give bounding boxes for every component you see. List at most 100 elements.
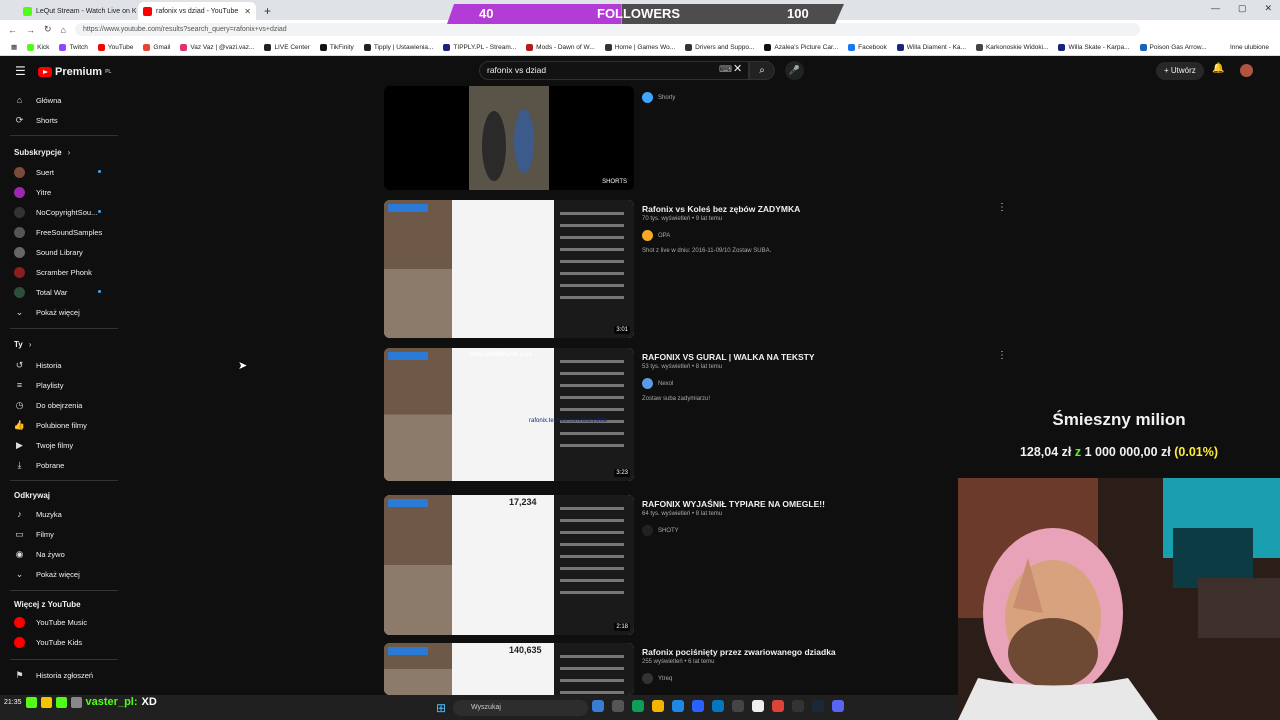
bookmark-item[interactable]: Karkonoskie Widoki... <box>971 43 1054 51</box>
bookmark-item[interactable]: Poison Gas Arrow... <box>1135 43 1212 51</box>
steam-icon[interactable] <box>812 700 824 712</box>
bookmark-item[interactable]: Tipply | Ustawienia... <box>359 43 439 51</box>
menu-icon[interactable]: ☰ <box>15 64 26 78</box>
sidebar-subscription[interactable]: NoCopyrightSou... <box>14 205 101 219</box>
sidebar-item-explore[interactable]: ▭ Filmy <box>14 527 54 541</box>
url-field[interactable]: https://www.youtube.com/results?search_q… <box>74 23 1140 36</box>
sidebar-item-you[interactable]: ≡ Playlisty <box>14 378 64 392</box>
forward-icon[interactable]: → <box>26 25 35 35</box>
video-thumbnail[interactable]: 140,635 <box>384 643 634 695</box>
browser-tab[interactable]: LeQut Stream - Watch Live on Kick✕ <box>18 2 136 20</box>
apps-grid-icon[interactable]: ▦ <box>6 43 22 51</box>
new-tab-icon[interactable]: + <box>258 2 277 20</box>
sidebar-item-explore[interactable]: ◉ Na żywo <box>14 547 65 561</box>
sidebar-show-more[interactable]: ⌄ Pokaż więcej <box>14 305 80 319</box>
channel-link[interactable]: OPA <box>642 230 670 241</box>
bookmark-item[interactable]: Twitch <box>54 43 92 51</box>
sidebar-item-you[interactable]: ↺ Historia <box>14 358 62 372</box>
bookmark-item[interactable]: TikFinity <box>315 43 359 51</box>
app-icon-2[interactable] <box>732 700 744 712</box>
sidebar-subscription[interactable]: Total War <box>14 285 101 299</box>
video-thumbnail[interactable]: 3:01 <box>384 200 634 338</box>
video-thumbnail[interactable]: 2:18 17,234 <box>384 495 634 635</box>
bookmark-item[interactable]: Azalea's Picture Car... <box>759 43 843 51</box>
youtube-logo[interactable]: Premium PL <box>38 66 111 78</box>
sidebar-subscription[interactable]: FreeSoundSamples <box>14 225 102 239</box>
search-button[interactable]: ⌕ <box>749 61 775 80</box>
taskbar-search[interactable]: Wyszukaj <box>453 700 588 716</box>
app-icon-4[interactable] <box>792 700 804 712</box>
close-window-icon[interactable]: ✕ <box>1264 3 1272 14</box>
reload-icon[interactable]: ↻ <box>44 24 52 35</box>
subscriptions-header[interactable]: Subskrypcje › <box>14 148 70 157</box>
chrome-icon[interactable] <box>772 700 784 712</box>
bookmark-item[interactable]: Home | Games Wo... <box>600 43 680 51</box>
sidebar-subscription[interactable]: Suert <box>14 165 101 179</box>
bookmark-item[interactable]: Drivers and Suppo... <box>680 43 759 51</box>
search-input[interactable]: rafonix vs dziad <box>479 61 749 80</box>
windows-start-icon[interactable]: ⊞ <box>436 701 446 715</box>
other-bookmarks[interactable]: Inne ulubione <box>1225 44 1274 51</box>
sidebar-item-you[interactable]: 👍 Polubione filmy <box>14 418 87 432</box>
bookmark-item[interactable]: Willa Diament - Ka... <box>892 43 971 51</box>
more-actions-icon[interactable]: ⋮ <box>997 350 1007 361</box>
sidebar-explore-more[interactable]: ⌄ Pokaż więcej <box>14 567 80 581</box>
bookmark-item[interactable]: Gmail <box>138 43 175 51</box>
bookmark-item[interactable]: Vaz Vaz | @vazi.vaz... <box>175 43 259 51</box>
discord-icon[interactable] <box>832 700 844 712</box>
browser-tab[interactable]: rafonix vs dziad - YouTube ✕ <box>138 2 256 20</box>
notifications-bell-icon[interactable]: 🔔 <box>1212 63 1224 74</box>
maximize-icon[interactable]: ▢ <box>1238 3 1247 14</box>
bookmark-item[interactable]: TIPPLY.PL - Stream... <box>438 43 521 51</box>
avatar[interactable] <box>1240 64 1253 77</box>
video-title[interactable]: Rafonix pociśnięty przez zwariowanego dz… <box>642 647 836 657</box>
task-view-icon[interactable] <box>592 700 604 712</box>
explore-header[interactable]: Odkrywaj <box>14 491 50 500</box>
voice-search-button[interactable]: 🎤 <box>785 61 804 80</box>
sidebar-subscription[interactable]: Yitre <box>14 185 51 199</box>
more-actions-icon[interactable]: ⋮ <box>997 202 1007 213</box>
widgets-icon[interactable] <box>612 700 624 712</box>
channel-link[interactable]: Ytreq <box>642 673 672 684</box>
channel-link[interactable]: SHOTY <box>642 525 679 536</box>
minimize-icon[interactable]: — <box>1211 3 1220 14</box>
you-header[interactable]: Ty › <box>14 340 31 349</box>
keyboard-icon[interactable]: ⌨ <box>719 64 732 75</box>
sidebar-item-more[interactable]: YouTube Kids <box>14 635 82 649</box>
bookmark-item[interactable]: Willa Skate - Karpa... <box>1053 43 1134 51</box>
clear-search-icon[interactable]: ✕ <box>733 62 742 75</box>
mail-icon[interactable] <box>692 700 704 712</box>
sidebar-item-home[interactable]: ⌂ Główna <box>14 93 62 107</box>
bookmark-item[interactable]: YouTube <box>93 43 139 51</box>
sidebar-item-you[interactable]: ⤓ Pobrane <box>14 458 65 472</box>
sidebar-item-more[interactable]: YouTube Music <box>14 615 87 629</box>
home-button-icon[interactable]: ⌂ <box>61 25 66 35</box>
sidebar-subscription[interactable]: Sound Library <box>14 245 83 259</box>
edge-icon[interactable] <box>632 700 644 712</box>
app-icon-3[interactable] <box>752 700 764 712</box>
create-button[interactable]: + Utwórz <box>1156 62 1204 80</box>
sidebar-item-explore[interactable]: ♪ Muzyka <box>14 507 62 521</box>
sidebar-item-shorts[interactable]: ⟳ Shorts <box>14 113 58 127</box>
store-icon[interactable] <box>672 700 684 712</box>
sidebar-subscription[interactable]: Scramber Phonk <box>14 265 92 279</box>
sidebar-item-you[interactable]: ◷ Do obejrzenia <box>14 398 83 412</box>
video-title[interactable]: RAFONIX WYJAŚNIŁ TYPIARE NA OMEGLE!! <box>642 499 825 509</box>
sidebar-item-you[interactable]: ▶ Twoje filmy <box>14 438 73 452</box>
video-thumbnail[interactable]: SHORTS <box>384 86 634 190</box>
back-icon[interactable]: ← <box>8 25 17 35</box>
more-header[interactable]: Więcej z YouTube <box>14 600 81 609</box>
video-thumbnail[interactable]: 3:23 rafonix.teetres.com/wszystkie <box>384 348 634 481</box>
bookmark-item[interactable]: Kick <box>22 43 54 51</box>
tab-close-icon[interactable]: ✕ <box>244 7 251 16</box>
app-icon-1[interactable] <box>712 700 724 712</box>
bookmark-item[interactable]: LIVE Center <box>259 43 314 51</box>
bookmark-item[interactable]: Mods - Dawn of W... <box>521 43 600 51</box>
sidebar-report-history[interactable]: ⚑ Historia zgłoszeń <box>14 668 93 682</box>
bookmark-item[interactable]: Facebook <box>843 43 892 51</box>
channel-link[interactable]: Shorty <box>642 92 675 103</box>
channel-link[interactable]: Nexol <box>642 378 673 389</box>
video-title[interactable]: Rafonix vs Koleś bez zębów ZADYMKA <box>642 204 800 214</box>
explorer-icon[interactable] <box>652 700 664 712</box>
video-title[interactable]: RAFONIX VS GURAL | WALKA NA TEKSTY <box>642 352 815 362</box>
